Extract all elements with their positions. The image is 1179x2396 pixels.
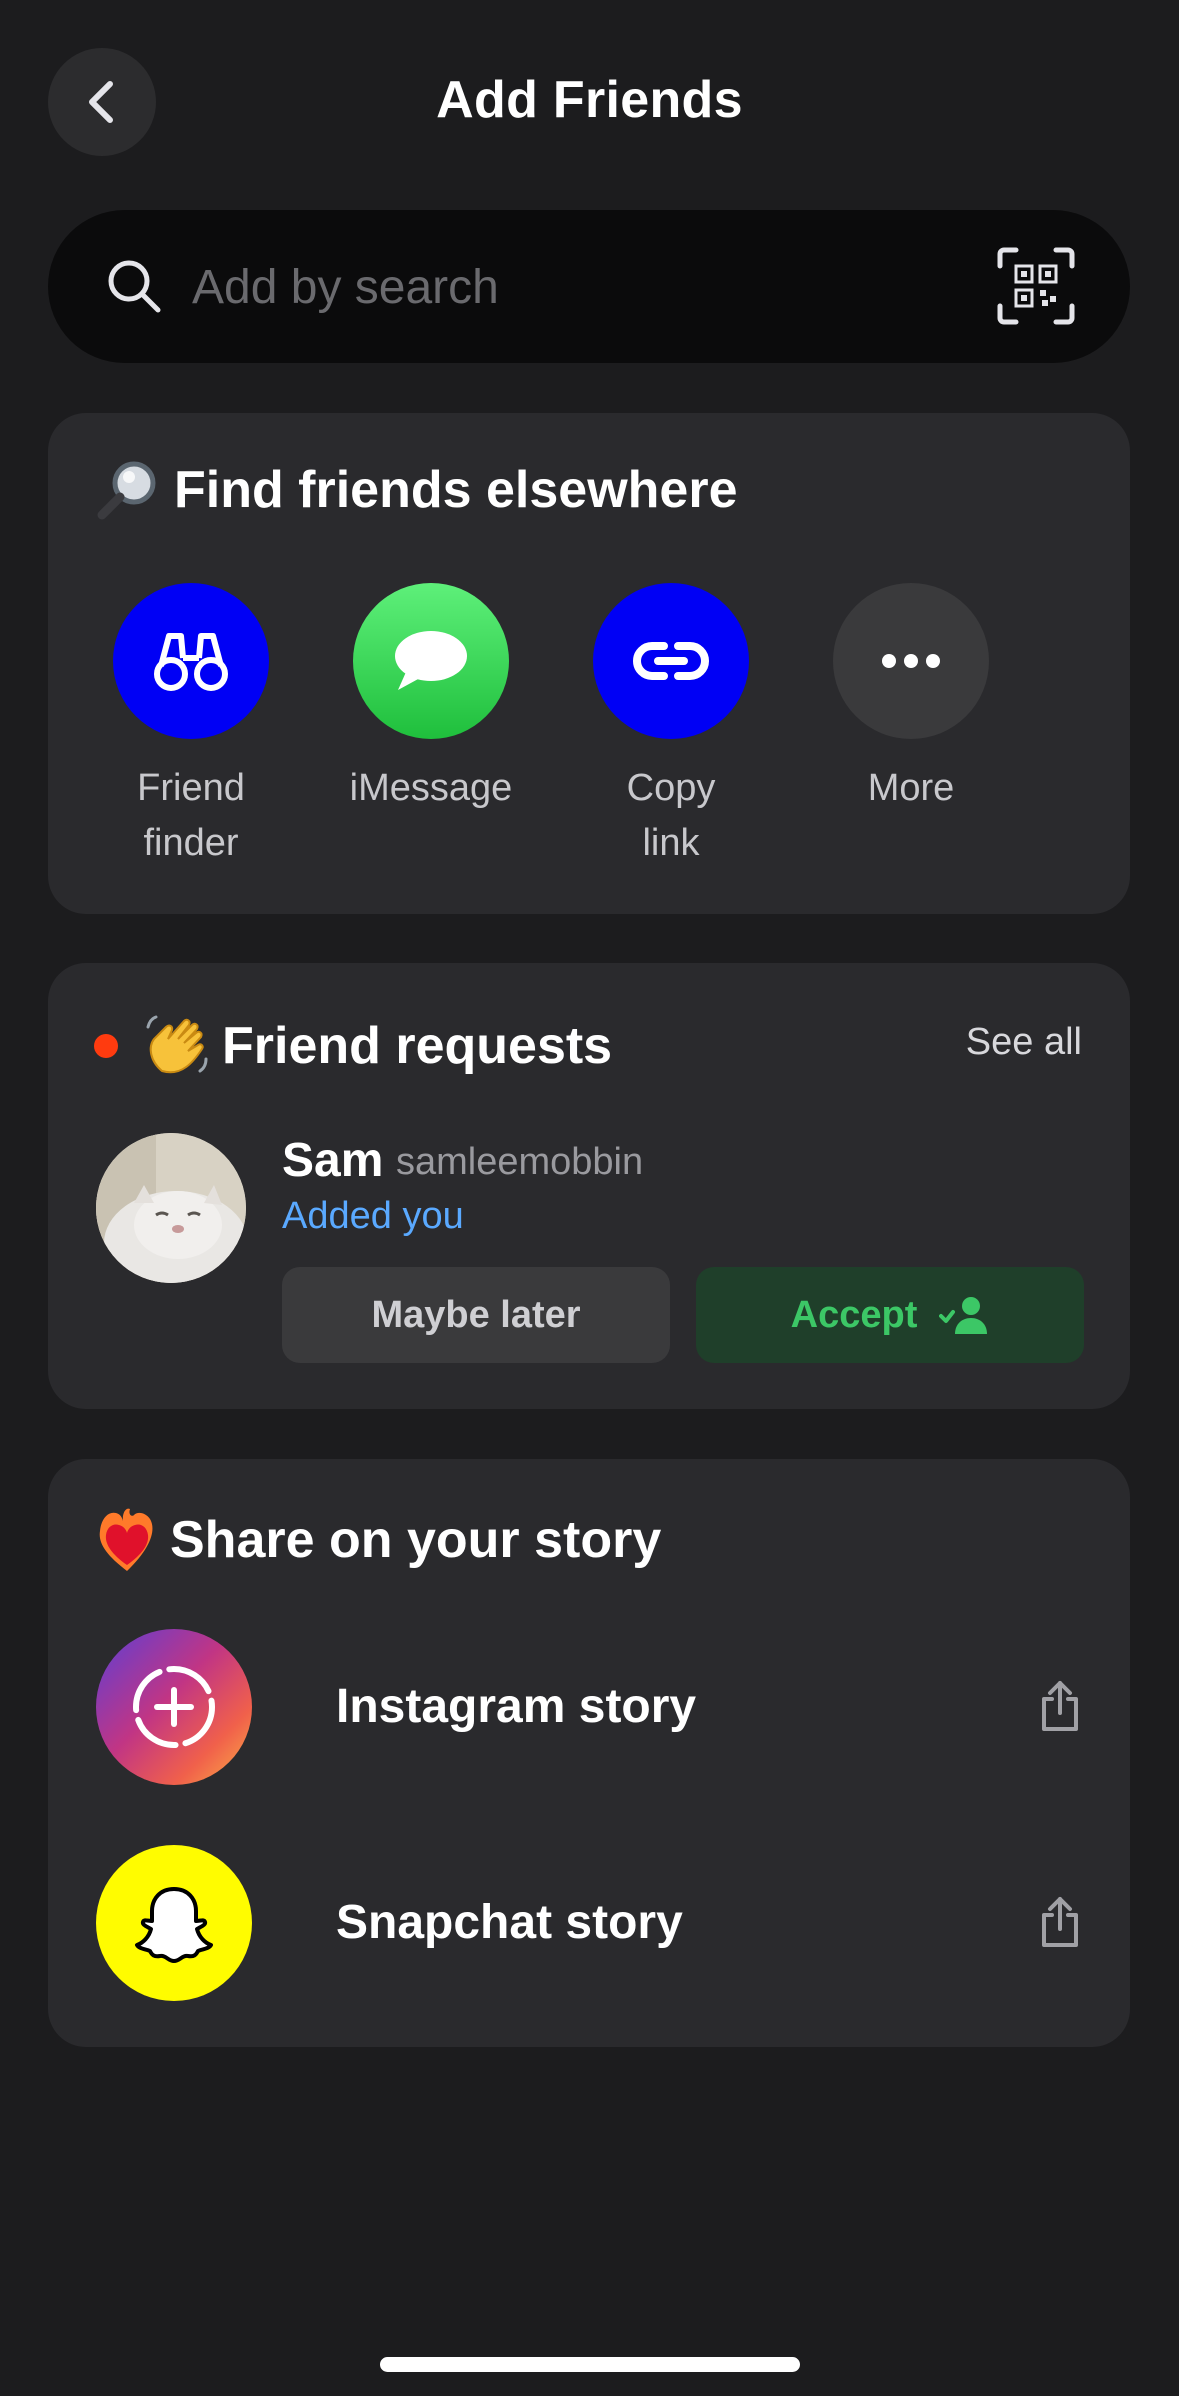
friend-finder-option[interactable]: Friend finder bbox=[91, 583, 291, 871]
magnifier-emoji-icon bbox=[96, 459, 162, 521]
search-bar[interactable]: Add by search bbox=[48, 210, 1130, 363]
add-person-icon bbox=[939, 1297, 988, 1334]
find-friends-card: Find friends elsewhere Friend finder iMe… bbox=[48, 413, 1130, 914]
link-icon bbox=[593, 583, 749, 739]
share-icon[interactable] bbox=[1038, 1679, 1082, 1733]
instagram-story-row[interactable]: Instagram story bbox=[96, 1629, 1082, 1787]
instagram-story-label: Instagram story bbox=[336, 1680, 697, 1733]
see-all-link[interactable]: See all bbox=[966, 1021, 1082, 1064]
unread-dot bbox=[94, 1034, 118, 1058]
qr-scan-icon[interactable] bbox=[996, 246, 1076, 326]
header: Add Friends bbox=[0, 0, 1179, 200]
share-story-title: Share on your story bbox=[96, 1507, 661, 1573]
imessage-icon bbox=[353, 583, 509, 739]
search-input[interactable]: Add by search bbox=[192, 260, 499, 315]
instagram-story-icon bbox=[96, 1629, 252, 1785]
more-option[interactable]: More bbox=[811, 583, 1011, 816]
home-indicator[interactable] bbox=[380, 2357, 800, 2372]
snapchat-story-label: Snapchat story bbox=[336, 1896, 683, 1949]
waving-hand-emoji-icon bbox=[144, 1013, 210, 1079]
friend-finder-label: Friend finder bbox=[137, 767, 245, 864]
copy-link-option[interactable]: Copy link bbox=[571, 583, 771, 871]
copy-link-label: Copy link bbox=[626, 767, 716, 864]
avatar[interactable] bbox=[96, 1133, 246, 1283]
heart-on-fire-emoji-icon bbox=[96, 1507, 158, 1573]
binoculars-icon bbox=[113, 583, 269, 739]
more-dots-icon bbox=[833, 583, 989, 739]
requester-name: Sam bbox=[282, 1134, 384, 1187]
find-friends-title: Find friends elsewhere bbox=[96, 459, 738, 521]
search-icon bbox=[108, 260, 161, 313]
more-label: More bbox=[867, 767, 955, 809]
maybe-later-button[interactable]: Maybe later bbox=[282, 1267, 670, 1363]
friend-requests-title: Friend requests bbox=[94, 1013, 612, 1079]
friend-requests-card: Friend requests See all Sam samleemobbin… bbox=[48, 963, 1130, 1409]
requester-username: samleemobbin bbox=[396, 1141, 644, 1183]
maybe-later-label: Maybe later bbox=[371, 1293, 581, 1336]
imessage-option[interactable]: iMessage bbox=[331, 583, 531, 816]
snapchat-ghost-icon bbox=[96, 1845, 252, 2001]
snapchat-story-row[interactable]: Snapchat story bbox=[96, 1845, 1082, 2003]
share-icon[interactable] bbox=[1038, 1895, 1082, 1949]
share-story-card: Share on your story Instagram story Snap… bbox=[48, 1459, 1130, 2047]
page-title: Add Friends bbox=[436, 71, 743, 129]
request-status: Added you bbox=[282, 1195, 464, 1237]
imessage-label: iMessage bbox=[349, 767, 513, 809]
accept-button[interactable]: Accept bbox=[696, 1267, 1084, 1363]
accept-label: Accept bbox=[790, 1293, 918, 1336]
